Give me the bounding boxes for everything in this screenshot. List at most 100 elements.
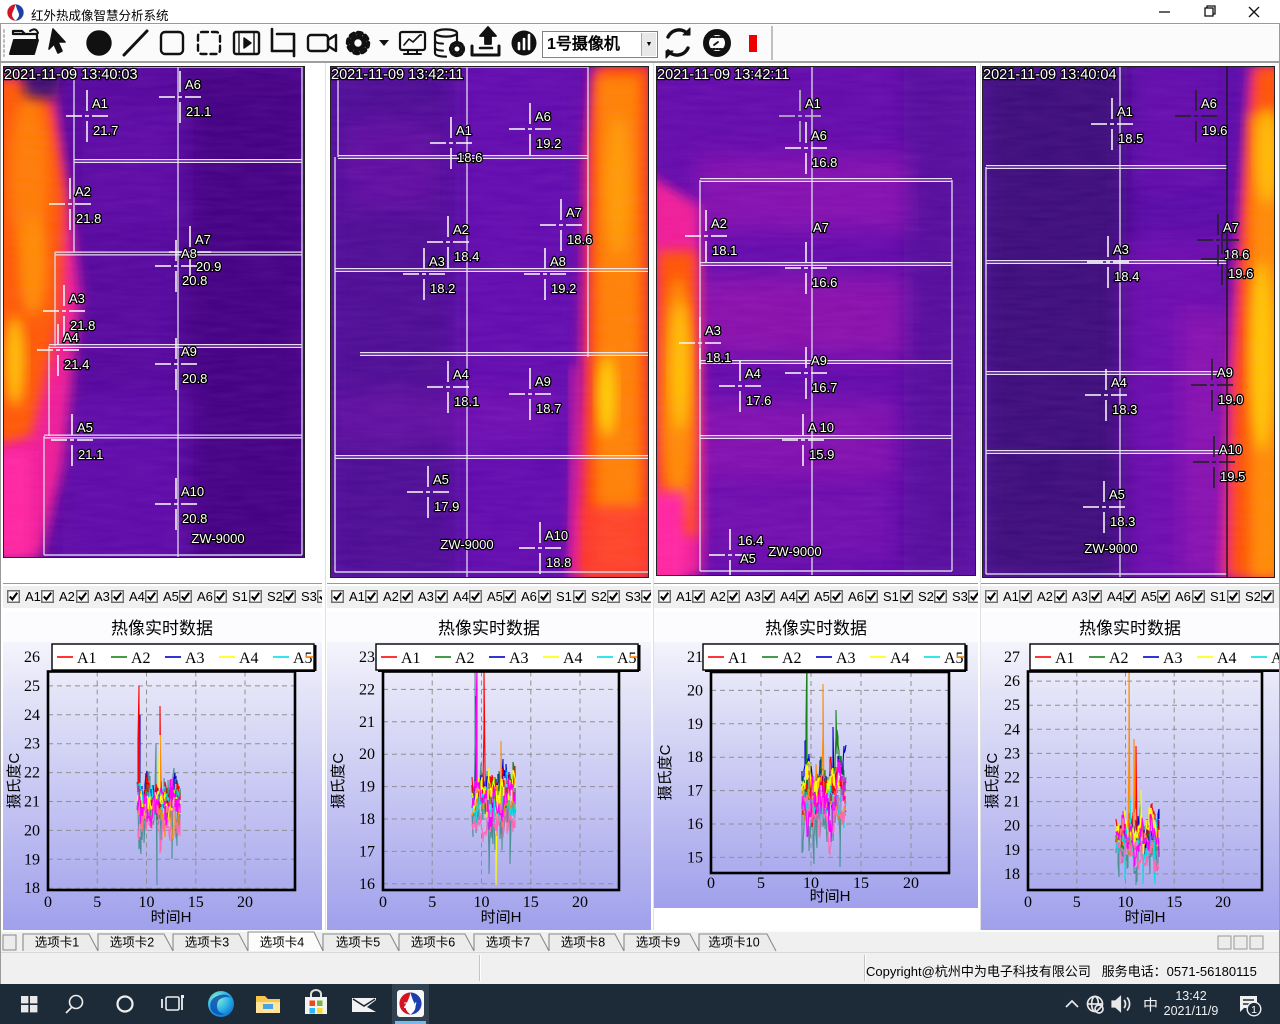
svg-text:A2: A2 [455, 650, 475, 667]
svg-text:zw: zw [404, 1000, 417, 1011]
svg-text:18: 18 [1004, 866, 1020, 883]
svg-text:19.2: 19.2 [551, 281, 576, 296]
svg-text:ZW-9000: ZW-9000 [191, 531, 244, 546]
svg-text:15: 15 [1166, 894, 1182, 911]
svg-text:20: 20 [1004, 818, 1020, 835]
svg-text:热像实时数据: 热像实时数据 [1079, 619, 1181, 638]
svg-text:18.3: 18.3 [1112, 402, 1137, 417]
svg-text:17: 17 [687, 783, 703, 800]
svg-text:摄氏度C: 摄氏度C [6, 753, 23, 809]
svg-text:A9: A9 [535, 374, 551, 389]
svg-text:A4: A4 [453, 367, 469, 382]
svg-text:ZW-9000: ZW-9000 [1084, 541, 1137, 556]
svg-text:23: 23 [1004, 745, 1020, 762]
svg-text:20.8: 20.8 [182, 511, 207, 526]
svg-text:A8: A8 [550, 254, 566, 269]
svg-text:选项卡7: 选项卡7 [486, 936, 531, 950]
svg-text:摄氏度C: 摄氏度C [330, 753, 347, 809]
svg-text:A2: A2 [131, 650, 151, 667]
svg-text:19.6: 19.6 [1228, 266, 1253, 281]
svg-text:18.6: 18.6 [457, 150, 482, 165]
svg-text:20.8: 20.8 [182, 273, 207, 288]
svg-text:21.7: 21.7 [93, 123, 118, 138]
svg-text:热像实时数据: 热像实时数据 [765, 619, 867, 638]
svg-text:ZW-9000: ZW-9000 [768, 544, 821, 559]
svg-text:A5: A5 [740, 551, 756, 566]
svg-text:选项卡3: 选项卡3 [185, 936, 230, 950]
svg-text:0: 0 [44, 894, 52, 911]
svg-text:21.1: 21.1 [78, 447, 103, 462]
svg-text:A7: A7 [195, 232, 211, 247]
svg-text:26: 26 [24, 649, 40, 666]
svg-text:A4: A4 [563, 650, 583, 667]
svg-text:A2: A2 [75, 184, 91, 199]
svg-text:17: 17 [359, 843, 375, 860]
svg-text:A5: A5 [293, 650, 313, 667]
svg-text:A7: A7 [566, 205, 582, 220]
svg-text:A4: A4 [1217, 650, 1237, 667]
svg-text:20: 20 [687, 682, 703, 699]
svg-text:A3: A3 [836, 650, 856, 667]
svg-text:16.6: 16.6 [812, 275, 837, 290]
svg-text:22: 22 [1004, 770, 1020, 787]
svg-text:20: 20 [1215, 894, 1231, 911]
svg-text:A5: A5 [944, 650, 964, 667]
svg-text:ZW-9000: ZW-9000 [440, 537, 493, 552]
svg-text:A6: A6 [185, 77, 201, 92]
svg-text:19.2: 19.2 [536, 136, 561, 151]
svg-text:5: 5 [428, 894, 436, 911]
svg-text:时间H: 时间H [1125, 909, 1166, 926]
svg-text:A3: A3 [705, 323, 721, 338]
svg-text:24: 24 [1004, 721, 1020, 738]
svg-text:18.4: 18.4 [1114, 269, 1139, 284]
svg-text:19.6: 19.6 [1202, 123, 1227, 138]
svg-text:17.6: 17.6 [746, 393, 771, 408]
svg-text:15.9: 15.9 [809, 447, 834, 462]
svg-text:中: 中 [1143, 997, 1158, 1014]
svg-text:A5: A5 [617, 650, 637, 667]
svg-text:热像实时数据: 热像实时数据 [111, 619, 213, 638]
svg-text:A3: A3 [1163, 650, 1183, 667]
svg-text:21: 21 [24, 794, 40, 811]
svg-text:A3: A3 [69, 291, 85, 306]
svg-text:2021-11-09 13:40:04: 2021-11-09 13:40:04 [983, 67, 1117, 83]
svg-text:0: 0 [707, 875, 715, 892]
svg-text:16.7: 16.7 [812, 380, 837, 395]
svg-text:A2: A2 [711, 216, 727, 231]
svg-text:A1: A1 [805, 96, 821, 111]
svg-text:A5: A5 [1109, 487, 1125, 502]
svg-text:27: 27 [1004, 649, 1020, 666]
svg-text:时间H: 时间H [151, 909, 192, 926]
svg-text:18.6: 18.6 [567, 232, 592, 247]
svg-text:A7: A7 [1223, 220, 1239, 235]
svg-text:19.0: 19.0 [1218, 392, 1243, 407]
svg-text:18: 18 [24, 880, 40, 897]
svg-text:15: 15 [687, 849, 703, 866]
svg-text:25: 25 [24, 678, 40, 695]
svg-text:A1: A1 [728, 650, 748, 667]
svg-text:A6: A6 [811, 128, 827, 143]
svg-text:A9: A9 [1217, 365, 1233, 380]
svg-text:18.1: 18.1 [712, 243, 737, 258]
svg-text:26: 26 [1004, 673, 1020, 690]
svg-text:A1: A1 [401, 650, 421, 667]
svg-text:1: 1 [1251, 1004, 1257, 1016]
svg-text:选项卡1: 选项卡1 [35, 936, 80, 950]
svg-text:A8: A8 [181, 246, 197, 261]
svg-text:A3: A3 [429, 254, 445, 269]
svg-text:20: 20 [903, 875, 919, 892]
svg-text:18: 18 [359, 811, 375, 828]
svg-text:18.5: 18.5 [1118, 131, 1143, 146]
svg-text:20: 20 [572, 894, 588, 911]
svg-text:A1: A1 [1117, 104, 1133, 119]
svg-text:18.1: 18.1 [454, 394, 479, 409]
svg-text:20: 20 [359, 746, 375, 763]
svg-text:A4: A4 [745, 366, 761, 381]
svg-text:18.2: 18.2 [430, 281, 455, 296]
svg-text:21.1: 21.1 [186, 104, 211, 119]
svg-text:A3: A3 [1113, 242, 1129, 257]
svg-text:18.3: 18.3 [1110, 514, 1135, 529]
svg-text:5: 5 [93, 894, 101, 911]
svg-text:15: 15 [853, 875, 869, 892]
svg-text:A9: A9 [811, 353, 827, 368]
